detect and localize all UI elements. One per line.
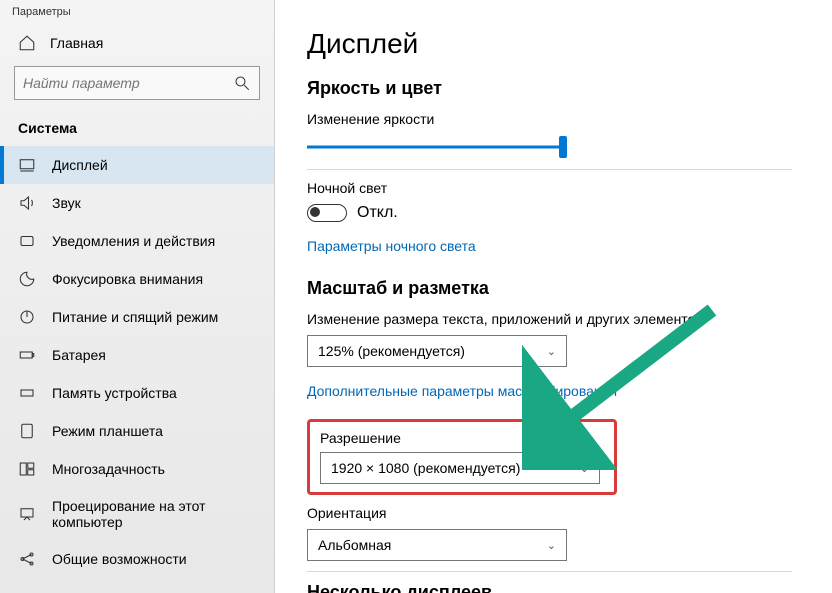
resolution-dropdown[interactable]: 1920 × 1080 (рекомендуется) ⌄ — [320, 452, 600, 484]
scale-label: Изменение размера текста, приложений и д… — [307, 311, 792, 327]
battery-icon — [18, 346, 36, 364]
home-icon — [18, 34, 36, 52]
nav-label: Батарея — [52, 347, 106, 363]
brightness-slider[interactable] — [307, 135, 567, 159]
nav-item-shared[interactable]: Общие возможности — [0, 540, 274, 578]
slider-line — [307, 146, 567, 149]
sidebar: Параметры Главная Система Дисплей Звук — [0, 0, 275, 593]
scale-dropdown[interactable]: 125% (рекомендуется) ⌄ — [307, 335, 567, 367]
resolution-highlight: Разрешение 1920 × 1080 (рекомендуется) ⌄ — [307, 419, 617, 495]
category-title: Система — [0, 114, 274, 146]
chevron-down-icon: ⌄ — [580, 462, 589, 475]
nav-label: Дисплей — [52, 157, 108, 173]
toggle-pill[interactable] — [307, 204, 347, 222]
multitask-icon — [18, 460, 36, 478]
power-icon — [18, 308, 36, 326]
night-light-toggle[interactable]: Откл. — [307, 204, 792, 222]
chevron-down-icon: ⌄ — [547, 345, 556, 358]
nav-label: Фокусировка внимания — [52, 271, 203, 287]
nav-item-tablet[interactable]: Режим планшета — [0, 412, 274, 450]
night-light-label: Ночной свет — [307, 180, 792, 196]
search-input[interactable] — [14, 66, 260, 100]
orientation-dropdown[interactable]: Альбомная ⌄ — [307, 529, 567, 561]
night-light-settings-link[interactable]: Параметры ночного света — [307, 238, 476, 254]
projecting-icon — [18, 505, 36, 523]
resolution-label: Разрешение — [320, 430, 604, 446]
nav-item-notifications[interactable]: Уведомления и действия — [0, 222, 274, 260]
brightness-label: Изменение яркости — [307, 111, 792, 127]
nav-item-battery[interactable]: Батарея — [0, 336, 274, 374]
orientation-value: Альбомная — [318, 537, 391, 553]
home-label: Главная — [50, 35, 103, 51]
nav-item-focus[interactable]: Фокусировка внимания — [0, 260, 274, 298]
divider — [307, 169, 792, 170]
nav-label: Многозадачность — [52, 461, 165, 477]
multi-displays-title: Несколько дисплеев — [307, 582, 792, 593]
orientation-label: Ориентация — [307, 505, 792, 521]
resolution-value: 1920 × 1080 (рекомендуется) — [331, 460, 520, 476]
nav-label: Звук — [52, 195, 81, 211]
page-title: Дисплей — [307, 28, 792, 60]
nav-label: Память устройства — [52, 385, 177, 401]
nav-item-projecting[interactable]: Проецирование на этот компьютер — [0, 488, 274, 540]
focus-icon — [18, 270, 36, 288]
divider — [307, 571, 792, 572]
chevron-down-icon: ⌄ — [547, 539, 556, 552]
notifications-icon — [18, 232, 36, 250]
sound-icon — [18, 194, 36, 212]
display-icon — [18, 156, 36, 174]
window-title: Параметры — [0, 0, 274, 24]
storage-icon — [18, 384, 36, 402]
nav-label: Уведомления и действия — [52, 233, 215, 249]
toggle-state: Откл. — [357, 204, 398, 222]
search-field[interactable] — [23, 75, 233, 91]
nav-label: Питание и спящий режим — [52, 309, 218, 325]
nav-label: Общие возможности — [52, 551, 187, 567]
tablet-icon — [18, 422, 36, 440]
nav-item-display[interactable]: Дисплей — [0, 146, 274, 184]
nav-item-multitask[interactable]: Многозадачность — [0, 450, 274, 488]
shared-icon — [18, 550, 36, 568]
advanced-scaling-link[interactable]: Дополнительные параметры масштабирования — [307, 383, 617, 399]
scale-value: 125% (рекомендуется) — [318, 343, 465, 359]
nav-label: Режим планшета — [52, 423, 163, 439]
scale-section-title: Масштаб и разметка — [307, 278, 792, 299]
nav-list: Дисплей Звук Уведомления и действия Фоку… — [0, 146, 274, 578]
nav-item-sound[interactable]: Звук — [0, 184, 274, 222]
home-nav[interactable]: Главная — [0, 24, 274, 66]
nav-label: Проецирование на этот компьютер — [52, 498, 256, 530]
main-panel: Дисплей Яркость и цвет Изменение яркости… — [275, 0, 832, 593]
slider-thumb[interactable] — [559, 136, 567, 158]
nav-item-power[interactable]: Питание и спящий режим — [0, 298, 274, 336]
nav-item-storage[interactable]: Память устройства — [0, 374, 274, 412]
brightness-section-title: Яркость и цвет — [307, 78, 792, 99]
search-icon — [233, 74, 251, 92]
toggle-knob — [310, 207, 320, 217]
